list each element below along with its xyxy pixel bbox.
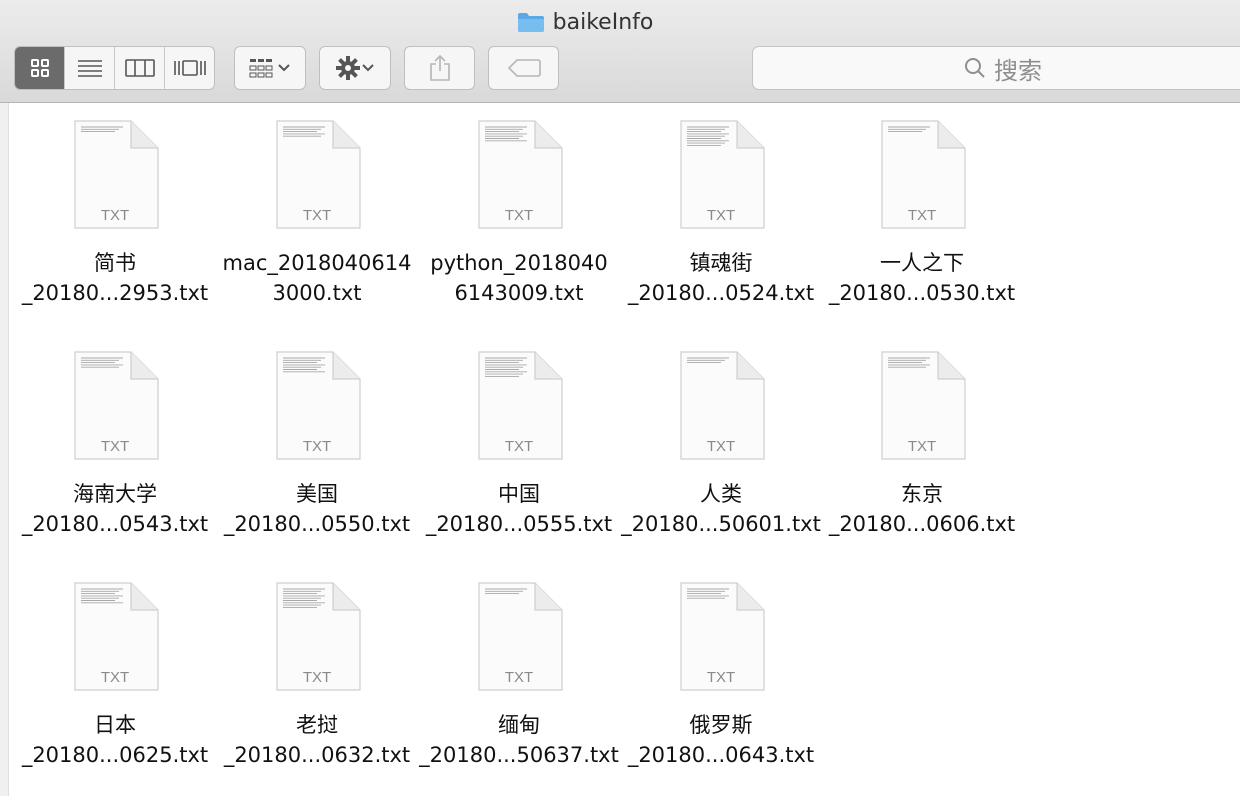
file-item[interactable]: TXT 日本 _20180...0625.txt bbox=[14, 565, 216, 775]
file-name: 镇魂街 _20180...0524.txt bbox=[620, 248, 822, 308]
grid-icon bbox=[30, 59, 49, 77]
file-item[interactable]: TXT 缅甸 _20180...50637.txt bbox=[418, 565, 620, 775]
action-button[interactable] bbox=[319, 46, 391, 90]
window-toolbar-area: baikeInfo 搜索 bbox=[0, 0, 1240, 103]
file-type-label: TXT bbox=[504, 669, 534, 686]
search-icon bbox=[965, 58, 985, 78]
view-mode-group bbox=[14, 46, 215, 90]
file-name-line-2: _20180...0550.txt bbox=[223, 512, 411, 536]
file-name-line-2: _20180...2953.txt bbox=[21, 281, 209, 305]
column-view-button[interactable] bbox=[115, 47, 165, 89]
file-name-line-1: 一人之下 bbox=[880, 251, 964, 275]
list-icon bbox=[77, 60, 102, 77]
search-field[interactable]: 搜索 bbox=[752, 46, 1240, 90]
cover-flow-icon bbox=[173, 60, 206, 76]
file-name-line-2: _20180...0524.txt bbox=[627, 281, 815, 305]
file-name-line-1: 镇魂街 bbox=[689, 251, 753, 275]
file-name-line-1: 俄罗斯 bbox=[689, 713, 753, 737]
title-bar: baikeInfo bbox=[0, 6, 1240, 38]
file-item[interactable]: TXT python_2018040 6143009.txt bbox=[418, 103, 620, 313]
file-name-line-1: 东京 bbox=[901, 482, 943, 506]
file-name-line-2: _20180...0643.txt bbox=[627, 743, 815, 767]
file-name-line-1: 老挝 bbox=[296, 713, 338, 737]
file-type-label: TXT bbox=[302, 438, 332, 455]
list-view-button[interactable] bbox=[65, 47, 115, 89]
file-name-line-2: 3000.txt bbox=[272, 281, 362, 305]
file-name: 中国 _20180...0555.txt bbox=[418, 479, 620, 539]
file-name-line-2: _20180...50601.txt bbox=[621, 512, 821, 536]
file-type-label: TXT bbox=[706, 438, 736, 455]
file-name: 美国 _20180...0550.txt bbox=[216, 479, 418, 539]
file-name-line-1: 简书 bbox=[94, 251, 136, 275]
file-name-line-1: mac_2018040614 bbox=[222, 251, 412, 275]
file-type-label: TXT bbox=[100, 669, 130, 686]
toolbar: 搜索 bbox=[0, 46, 1240, 90]
file-type-label: TXT bbox=[100, 438, 130, 455]
file-name-line-2: _20180...50637.txt bbox=[419, 743, 619, 767]
file-name-line-2: _20180...0606.txt bbox=[828, 512, 1016, 536]
file-name-line-1: 美国 bbox=[296, 482, 338, 506]
file-item[interactable]: TXT 海南大学 _20180...0543.txt bbox=[14, 334, 216, 544]
file-grid: TXT 简书 _20180...2953.txt TXT mac_2018040614 3… bbox=[0, 103, 1240, 796]
file-name: python_2018040 6143009.txt bbox=[418, 248, 620, 308]
file-type-label: TXT bbox=[504, 438, 534, 455]
file-type-label: TXT bbox=[706, 207, 736, 224]
file-name-line-2: _20180...0543.txt bbox=[21, 512, 209, 536]
tag-icon bbox=[507, 59, 541, 77]
chevron-down-icon bbox=[362, 64, 374, 72]
cover-flow-view-button[interactable] bbox=[165, 47, 214, 89]
arrange-icon bbox=[249, 59, 273, 78]
tags-button[interactable] bbox=[488, 46, 559, 90]
file-name: 缅甸 _20180...50637.txt bbox=[418, 710, 620, 770]
file-item[interactable]: TXT 东京 _20180...0606.txt bbox=[821, 334, 1023, 544]
search-placeholder: 搜索 bbox=[994, 56, 1042, 85]
file-name: mac_2018040614 3000.txt bbox=[216, 248, 418, 308]
file-name: 东京 _20180...0606.txt bbox=[821, 479, 1023, 539]
file-item[interactable]: TXT mac_2018040614 3000.txt bbox=[216, 103, 418, 313]
file-name-line-2: _20180...0555.txt bbox=[425, 512, 613, 536]
file-name: 老挝 _20180...0632.txt bbox=[216, 710, 418, 770]
file-type-label: TXT bbox=[706, 669, 736, 686]
file-type-label: TXT bbox=[504, 207, 534, 224]
file-name: 海南大学 _20180...0543.txt bbox=[14, 479, 216, 539]
file-item[interactable]: TXT 俄罗斯 _20180...0643.txt bbox=[620, 565, 822, 775]
chevron-down-icon bbox=[278, 64, 290, 72]
file-name: 人类 _20180...50601.txt bbox=[620, 479, 822, 539]
file-type-label: TXT bbox=[302, 669, 332, 686]
file-item[interactable]: TXT 老挝 _20180...0632.txt bbox=[216, 565, 418, 775]
file-name: 日本 _20180...0625.txt bbox=[14, 710, 216, 770]
arrange-button[interactable] bbox=[234, 46, 306, 90]
file-item[interactable]: TXT 美国 _20180...0550.txt bbox=[216, 334, 418, 544]
columns-icon bbox=[124, 59, 155, 77]
file-name: 一人之下 _20180...0530.txt bbox=[821, 248, 1023, 308]
file-item[interactable]: TXT 人类 _20180...50601.txt bbox=[620, 334, 822, 544]
window-title-wrap: baikeInfo bbox=[517, 9, 654, 35]
file-type-label: TXT bbox=[100, 207, 130, 224]
file-name-line-1: 中国 bbox=[498, 482, 540, 506]
file-name-line-1: 日本 bbox=[94, 713, 136, 737]
file-name-line-1: 缅甸 bbox=[498, 713, 540, 737]
file-name-line-2: _20180...0530.txt bbox=[828, 281, 1016, 305]
share-button[interactable] bbox=[404, 46, 475, 90]
file-type-label: TXT bbox=[302, 207, 332, 224]
file-type-label: TXT bbox=[907, 438, 937, 455]
file-item[interactable]: TXT 中国 _20180...0555.txt bbox=[418, 334, 620, 544]
gear-icon bbox=[336, 56, 360, 80]
file-name-line-2: _20180...0632.txt bbox=[223, 743, 411, 767]
file-name: 俄罗斯 _20180...0643.txt bbox=[620, 710, 822, 770]
icon-view-button[interactable] bbox=[15, 47, 65, 89]
file-name-line-1: python_2018040 bbox=[430, 251, 608, 275]
file-name-line-2: 6143009.txt bbox=[454, 281, 584, 305]
file-item[interactable]: TXT 简书 _20180...2953.txt bbox=[14, 103, 216, 313]
file-name-line-1: 海南大学 bbox=[73, 482, 157, 506]
file-item[interactable]: TXT 镇魂街 _20180...0524.txt bbox=[620, 103, 822, 313]
folder-icon bbox=[517, 13, 544, 32]
file-type-label: TXT bbox=[907, 207, 937, 224]
share-icon bbox=[429, 54, 450, 81]
window-title: baikeInfo bbox=[552, 9, 654, 35]
file-item[interactable]: TXT 一人之下 _20180...0530.txt bbox=[821, 103, 1023, 313]
file-name: 简书 _20180...2953.txt bbox=[14, 248, 216, 308]
file-name-line-2: _20180...0625.txt bbox=[21, 743, 209, 767]
file-name-line-1: 人类 bbox=[700, 482, 742, 506]
